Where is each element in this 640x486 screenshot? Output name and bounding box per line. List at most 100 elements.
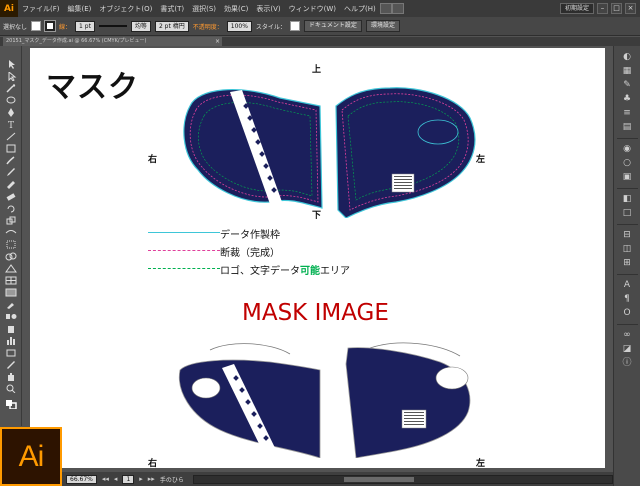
lasso-tool-icon[interactable] bbox=[5, 90, 17, 104]
selection-tool-icon[interactable] bbox=[5, 54, 17, 69]
maximize-icon[interactable]: □ bbox=[611, 3, 622, 14]
pathfinder-icon[interactable]: ◫ bbox=[621, 244, 633, 255]
artboard-tool-icon[interactable] bbox=[5, 342, 17, 357]
direct-selection-tool-icon[interactable] bbox=[5, 66, 17, 82]
current-tool-status[interactable]: 手のひら bbox=[160, 475, 184, 484]
blend-tool-icon[interactable] bbox=[5, 306, 17, 319]
illustrator-logo-badge: Ai bbox=[0, 427, 62, 486]
next-artboard-icon[interactable]: ▸ bbox=[139, 475, 143, 483]
document-tab[interactable]: 20151_マスク_データ作成.ai @ 66.67% (CMYK/プレビュー) bbox=[3, 37, 213, 46]
width-tool-icon[interactable] bbox=[5, 222, 17, 234]
workspace-switcher[interactable]: 初期設定 bbox=[559, 3, 594, 14]
scale-tool-icon[interactable] bbox=[5, 210, 17, 225]
links-icon[interactable]: ∞ bbox=[621, 330, 633, 341]
menu-file[interactable]: ファイル(F) bbox=[18, 4, 64, 14]
menu-bar: Ai ファイル(F) 編集(E) オブジェクト(O) 書式(T) 選択(S) 効… bbox=[0, 0, 640, 17]
column-graph-tool-icon[interactable] bbox=[5, 330, 17, 345]
navigator-icon[interactable]: ◪ bbox=[621, 344, 633, 355]
canvas-area[interactable]: マスク 上 下 右 左 データ作製枠 断裁（完成） ロゴ、文字データ可能エリア … bbox=[22, 46, 613, 472]
stroke-weight-dropdown[interactable]: 1 pt bbox=[75, 20, 95, 32]
eyedropper-tool-icon[interactable] bbox=[5, 294, 17, 309]
tab-close-icon[interactable]: × bbox=[213, 37, 222, 46]
opacity-dropdown[interactable]: 100% bbox=[226, 20, 252, 32]
menu-type[interactable]: 書式(T) bbox=[156, 4, 188, 14]
transform-icon[interactable]: ⊞ bbox=[621, 258, 633, 269]
arrange-documents-button[interactable] bbox=[391, 3, 404, 14]
symbol-sprayer-tool-icon[interactable] bbox=[5, 318, 17, 333]
legend-label-cut-line: 断裁（完成） bbox=[220, 248, 280, 259]
rotate-tool-icon[interactable] bbox=[5, 198, 17, 213]
slice-tool-icon[interactable] bbox=[5, 354, 17, 369]
transparency-icon[interactable]: ◉ bbox=[621, 144, 633, 155]
brushes-icon[interactable]: ✎ bbox=[621, 80, 633, 91]
minimize-icon[interactable]: – bbox=[597, 3, 608, 14]
document-setup-button[interactable]: ドキュメント設定 bbox=[303, 20, 362, 32]
menu-effect[interactable]: 効果(C) bbox=[220, 4, 252, 14]
panel-divider bbox=[617, 274, 638, 275]
free-transform-tool-icon[interactable] bbox=[5, 234, 17, 249]
symbols-icon[interactable]: ♣ bbox=[621, 94, 633, 105]
pencil-tool-icon[interactable] bbox=[5, 162, 17, 176]
legend-swatch-cyan bbox=[148, 232, 220, 233]
fill-swatch[interactable] bbox=[31, 21, 42, 31]
rectangle-tool-icon[interactable] bbox=[5, 138, 17, 153]
artboard[interactable]: マスク 上 下 右 左 データ作製枠 断裁（完成） ロゴ、文字データ可能エリア … bbox=[30, 48, 605, 469]
character-icon[interactable]: A bbox=[621, 280, 633, 291]
brush-dropdown[interactable]: 2 pt 楕円 bbox=[154, 20, 189, 32]
label-left-side-bottom: 左 bbox=[476, 459, 486, 469]
preferences-button[interactable]: 環境設定 bbox=[365, 20, 400, 32]
menu-edit[interactable]: 編集(E) bbox=[64, 4, 96, 14]
horizontal-scrollbar[interactable] bbox=[193, 474, 613, 484]
menu-window[interactable]: ウィンドウ(W) bbox=[285, 4, 340, 14]
artboard-number-field[interactable]: 1 bbox=[122, 474, 135, 484]
stroke-label[interactable]: 線： bbox=[59, 22, 71, 31]
info-icon[interactable]: ⓘ bbox=[621, 358, 633, 369]
stroke-profile-dropdown[interactable]: 均等 bbox=[130, 20, 151, 32]
mask-mockup-right-view bbox=[178, 343, 321, 458]
menu-view[interactable]: 表示(V) bbox=[252, 4, 284, 14]
fill-stroke-icon[interactable] bbox=[5, 394, 17, 410]
paintbrush-tool-icon[interactable] bbox=[5, 150, 17, 165]
pen-tool-icon[interactable] bbox=[5, 102, 17, 117]
eraser-tool-icon[interactable] bbox=[5, 186, 17, 201]
mask-mockup-left-view bbox=[345, 342, 471, 458]
artboards-icon[interactable]: □ bbox=[621, 208, 633, 219]
zoom-tool-icon[interactable] bbox=[5, 378, 17, 394]
graphic-style-swatch[interactable] bbox=[289, 21, 300, 31]
appearance-icon[interactable]: ○ bbox=[621, 158, 633, 169]
scrollbar-thumb[interactable] bbox=[344, 476, 414, 482]
blob-brush-tool-icon[interactable] bbox=[5, 174, 17, 189]
stroke-icon[interactable]: ≡ bbox=[621, 108, 633, 119]
opentype-icon[interactable]: O bbox=[621, 308, 633, 319]
bridge-button[interactable] bbox=[379, 3, 392, 14]
hand-tool-icon[interactable] bbox=[5, 366, 17, 381]
color-icon[interactable]: ◐ bbox=[621, 52, 633, 63]
first-artboard-icon[interactable]: ◂◂ bbox=[102, 475, 109, 483]
gradient-tool-icon[interactable] bbox=[5, 282, 17, 297]
gradient-icon[interactable]: ▤ bbox=[621, 122, 633, 133]
close-icon[interactable]: × bbox=[625, 3, 636, 14]
selection-status: 選択なし bbox=[3, 23, 28, 31]
zoom-level-field[interactable]: 66.67% bbox=[66, 474, 97, 484]
layers-icon[interactable]: ◧ bbox=[621, 194, 633, 205]
menu-select[interactable]: 選択(S) bbox=[188, 4, 220, 14]
menu-help[interactable]: ヘルプ(H) bbox=[340, 4, 380, 14]
align-icon[interactable]: ⊟ bbox=[621, 230, 633, 241]
menu-object[interactable]: オブジェクト(O) bbox=[95, 4, 156, 14]
legend-row-cut-line: 断裁（完成） bbox=[148, 244, 408, 259]
stroke-swatch[interactable] bbox=[45, 21, 56, 31]
line-tool-icon[interactable] bbox=[5, 126, 17, 141]
prev-artboard-icon[interactable]: ◂ bbox=[114, 475, 118, 483]
type-tool-icon[interactable]: T bbox=[5, 114, 17, 131]
shape-builder-tool-icon[interactable] bbox=[5, 246, 17, 261]
paragraph-icon[interactable]: ¶ bbox=[621, 294, 633, 305]
magic-wand-tool-icon[interactable] bbox=[5, 78, 17, 93]
mesh-tool-icon[interactable] bbox=[5, 270, 17, 285]
graphic-styles-icon[interactable]: ▣ bbox=[621, 172, 633, 183]
mask-pattern-diagram bbox=[183, 87, 476, 218]
swatches-icon[interactable]: ▦ bbox=[621, 66, 633, 77]
last-artboard-icon[interactable]: ▸▸ bbox=[148, 475, 155, 483]
perspective-grid-tool-icon[interactable] bbox=[5, 258, 17, 273]
mask-pattern-left-piece bbox=[335, 87, 476, 218]
opacity-label[interactable]: 不透明度： bbox=[193, 22, 223, 31]
